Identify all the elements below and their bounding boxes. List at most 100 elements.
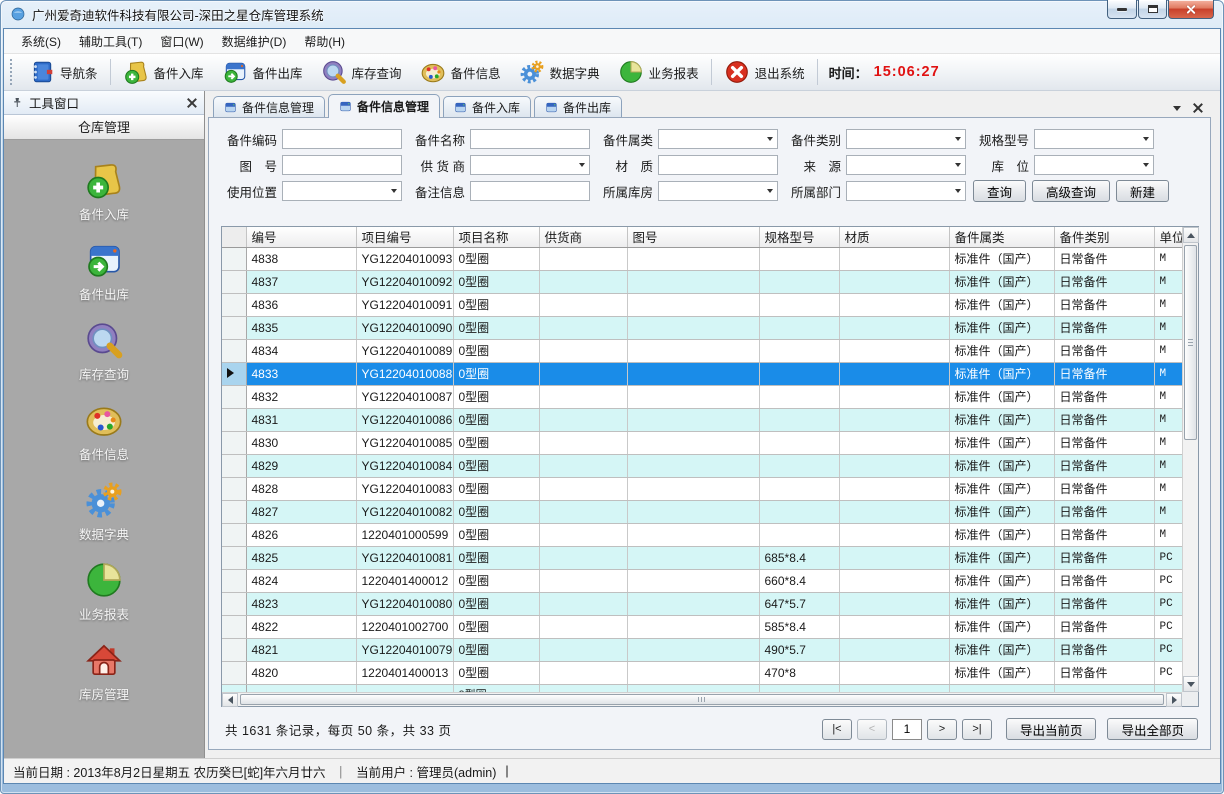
- search-input-1-0[interactable]: [282, 155, 402, 175]
- row-selector-cell[interactable]: [222, 339, 246, 362]
- row-selector-cell[interactable]: [222, 546, 246, 569]
- advanced-query-button[interactable]: 高级查询: [1032, 180, 1110, 202]
- row-selector-cell[interactable]: [222, 500, 246, 523]
- table-row[interactable]: 4835YG122040100900型圈标准件（国产）日常备件M: [222, 316, 1182, 339]
- table-row[interactable]: 482412204014000120型圈660*8.4标准件（国产）日常备件PC: [222, 569, 1182, 592]
- toolbar-button-notebook[interactable]: 导航条: [20, 57, 107, 87]
- row-selector-cell[interactable]: [222, 362, 246, 385]
- scroll-left-icon[interactable]: [222, 693, 238, 707]
- tab-1[interactable]: 备件信息管理: [213, 96, 325, 117]
- tab-3[interactable]: 备件入库: [443, 96, 531, 117]
- tab-2-active[interactable]: 备件信息管理: [328, 94, 440, 118]
- horizontal-scrollbar-thumb[interactable]: [240, 694, 1164, 705]
- sidebar-item-house[interactable]: 库房管理: [79, 640, 129, 703]
- tab-list-dropdown-icon[interactable]: [1173, 106, 1181, 111]
- table-row[interactable]: 4821YG122040100790型圈490*5.7标准件（国产）日常备件PC: [222, 638, 1182, 661]
- row-selector-cell[interactable]: [222, 523, 246, 546]
- last-page-button[interactable]: >|: [962, 719, 992, 740]
- table-row[interactable]: 4833YG122040100880型圈标准件（国产）日常备件M: [222, 362, 1182, 385]
- search-combobox-2-0[interactable]: [282, 181, 402, 201]
- table-row[interactable]: 4831YG122040100860型圈标准件（国产）日常备件M: [222, 408, 1182, 431]
- toolbar-button-exit[interactable]: 退出系统: [715, 57, 814, 87]
- page-number-input[interactable]: [892, 719, 922, 740]
- column-header-3[interactable]: 项目名称: [453, 227, 539, 247]
- toolbar-button-magnifier[interactable]: 库存查询: [312, 57, 411, 87]
- search-input-0-0[interactable]: [282, 129, 402, 149]
- tab-close-icon[interactable]: [1193, 103, 1203, 113]
- table-row[interactable]: 4827YG122040100820型圈标准件（国产）日常备件M: [222, 500, 1182, 523]
- toolbar-button-pie-chart[interactable]: 业务报表: [609, 57, 708, 87]
- sidebar-item-magnifier[interactable]: 库存查询: [79, 320, 129, 383]
- vertical-scrollbar[interactable]: [1182, 227, 1198, 692]
- column-header-2[interactable]: 项目编号: [356, 227, 453, 247]
- first-page-button[interactable]: |<: [822, 719, 852, 740]
- table-row[interactable]: 4830YG122040100850型圈标准件（国产）日常备件M: [222, 431, 1182, 454]
- row-selector-cell[interactable]: [222, 431, 246, 454]
- scroll-up-icon[interactable]: [1183, 227, 1199, 243]
- table-row[interactable]: 4828YG122040100830型圈标准件（国产）日常备件M: [222, 477, 1182, 500]
- toolbar-button-folder-plus[interactable]: 备件入库: [114, 57, 213, 87]
- row-selector-cell[interactable]: [222, 454, 246, 477]
- menu-item-2[interactable]: 辅助工具(T): [70, 30, 151, 53]
- new-button[interactable]: 新建: [1116, 180, 1169, 202]
- row-selector-cell[interactable]: [222, 638, 246, 661]
- menu-item-1[interactable]: 系统(S): [12, 30, 70, 53]
- toolbar-grip[interactable]: [10, 59, 15, 85]
- horizontal-scrollbar[interactable]: [222, 692, 1182, 706]
- row-selector-cell[interactable]: [222, 270, 246, 293]
- table-row[interactable]: 482012204014000130型圈470*8标准件（国产）日常备件PC: [222, 661, 1182, 684]
- toolbar-button-gears[interactable]: 数据字典: [510, 57, 609, 87]
- table-row[interactable]: 4838YG122040100930型圈标准件（国产）日常备件M: [222, 247, 1182, 270]
- row-selector-cell[interactable]: [222, 408, 246, 431]
- search-input-1-2[interactable]: [658, 155, 778, 175]
- column-header-10[interactable]: 单位: [1154, 227, 1182, 247]
- pin-icon[interactable]: [11, 97, 23, 109]
- table-row[interactable]: 482612204010005990型圈标准件（国产）日常备件M: [222, 523, 1182, 546]
- export-current-page-button[interactable]: 导出当前页: [1006, 718, 1097, 740]
- sidebar-item-gears[interactable]: 数据字典: [79, 480, 129, 543]
- column-header-5[interactable]: 图号: [627, 227, 759, 247]
- menu-item-5[interactable]: 帮助(H): [295, 30, 354, 53]
- column-header-4[interactable]: 供货商: [539, 227, 627, 247]
- column-header-8[interactable]: 备件属类: [949, 227, 1054, 247]
- row-selector-cell[interactable]: [222, 477, 246, 500]
- search-input-2-1[interactable]: [470, 181, 590, 201]
- column-header-9[interactable]: 备件类别: [1054, 227, 1154, 247]
- scroll-right-icon[interactable]: [1166, 693, 1182, 707]
- search-combobox-1-1[interactable]: [470, 155, 590, 175]
- next-page-button[interactable]: >: [927, 719, 957, 740]
- table-row[interactable]: 4834YG122040100890型圈标准件（国产）日常备件M: [222, 339, 1182, 362]
- scroll-down-icon[interactable]: [1183, 676, 1199, 692]
- sidebar-item-window-arrow[interactable]: 备件出库: [79, 240, 129, 303]
- table-row[interactable]: 4837YG122040100920型圈标准件（国产）日常备件M: [222, 270, 1182, 293]
- sidebar-item-palette[interactable]: 备件信息: [79, 400, 129, 463]
- column-header-1[interactable]: 编号: [246, 227, 356, 247]
- close-button[interactable]: [1168, 0, 1214, 19]
- search-combobox-0-2[interactable]: [658, 129, 778, 149]
- search-input-0-1[interactable]: [470, 129, 590, 149]
- table-row[interactable]: 4825YG122040100810型圈685*8.4标准件（国产）日常备件PC: [222, 546, 1182, 569]
- column-header-7[interactable]: 材质: [839, 227, 949, 247]
- row-selector-cell[interactable]: [222, 615, 246, 638]
- search-combobox-1-4[interactable]: [1034, 155, 1154, 175]
- table-row[interactable]: 4836YG122040100910型圈标准件（国产）日常备件M: [222, 293, 1182, 316]
- row-selector-cell[interactable]: [222, 247, 246, 270]
- sidebar-item-folder-plus[interactable]: 备件入库: [79, 160, 129, 223]
- row-selector-cell[interactable]: [222, 592, 246, 615]
- query-button[interactable]: 查询: [973, 180, 1026, 202]
- search-combobox-0-3[interactable]: [846, 129, 966, 149]
- row-selector-cell[interactable]: [222, 661, 246, 684]
- prev-page-button[interactable]: <: [857, 719, 887, 740]
- tab-4[interactable]: 备件出库: [534, 96, 622, 117]
- table-row[interactable]: 4832YG122040100870型圈标准件（国产）日常备件M: [222, 385, 1182, 408]
- search-combobox-2-3[interactable]: [846, 181, 966, 201]
- tool-window-close-icon[interactable]: [187, 98, 197, 108]
- row-selector-cell[interactable]: [222, 293, 246, 316]
- menu-item-4[interactable]: 数据维护(D): [213, 30, 296, 53]
- row-selector-cell[interactable]: [222, 385, 246, 408]
- export-all-pages-button[interactable]: 导出全部页: [1107, 718, 1198, 740]
- vertical-scrollbar-thumb[interactable]: [1184, 245, 1197, 440]
- toolbar-button-window-arrow[interactable]: 备件出库: [213, 57, 312, 87]
- sidebar-item-pie-chart[interactable]: 业务报表: [79, 560, 129, 623]
- table-row[interactable]: 4829YG122040100840型圈标准件（国产）日常备件M: [222, 454, 1182, 477]
